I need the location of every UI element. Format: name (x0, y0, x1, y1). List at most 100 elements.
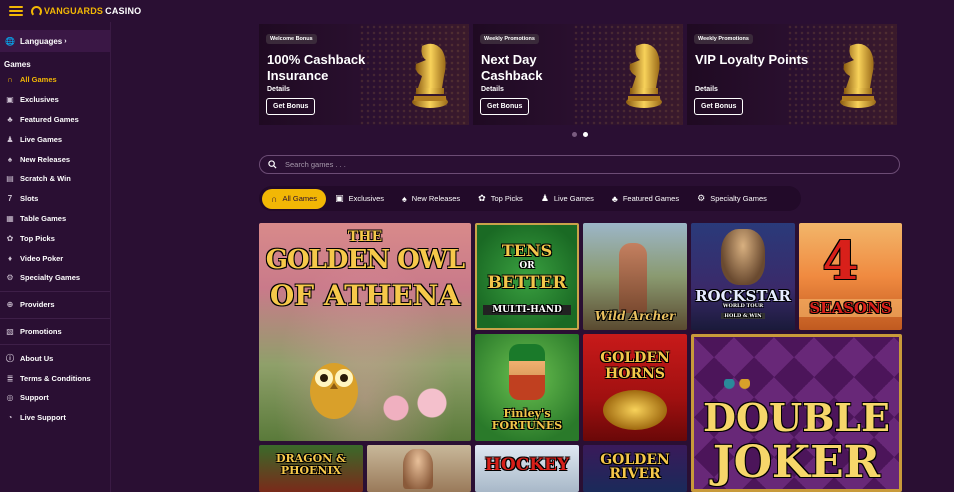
sidebar-item-label: About Us (20, 353, 54, 363)
sidebar-item-label: Slots (20, 194, 39, 204)
get-bonus-button[interactable]: Get Bonus (694, 98, 744, 115)
sidebar-item-new-releases[interactable]: ♠ New Releases (0, 149, 110, 169)
promo-card[interactable]: Welcome Bonus 100% Cashback Insurance De… (259, 24, 469, 125)
sidebar-item-all-games[interactable]: ∩ All Games (0, 70, 110, 90)
ribbon-icon: ✿ (6, 233, 14, 243)
game-title: Wild Archer (594, 309, 676, 323)
game-tile-rockstar[interactable]: ROCKSTAR WORLD TOUR HOLD & WIN (691, 223, 795, 330)
cards-icon: ♠ (7, 154, 13, 164)
carousel-dot-active[interactable] (583, 132, 588, 137)
game-title: DRAGON & PHOENIX (275, 452, 346, 477)
game-number: 4 (822, 231, 859, 292)
game-title-line: TENS (501, 241, 553, 260)
sidebar-item-support[interactable]: ◎ Support (0, 388, 110, 408)
tab-featured-games[interactable]: ♣ Featured Games (603, 189, 688, 209)
tab-live-games[interactable]: ♟ Live Games (532, 189, 603, 209)
clover-icon: ♣ (611, 193, 618, 204)
archer-figure (619, 243, 647, 313)
game-title: GOLDEN RIVER (600, 452, 670, 482)
tab-exclusives[interactable]: ▣ Exclusives (326, 189, 393, 209)
tab-specialty-games[interactable]: ⚙ Specialty Games (688, 189, 776, 209)
sidebar-item-label: New Releases (20, 154, 71, 164)
sidebar-item-table-games[interactable]: ▦ Table Games (0, 209, 110, 229)
sidebar-item-terms[interactable]: ≣ Terms & Conditions (0, 368, 110, 388)
game-badge: HOLD & WIN (721, 313, 765, 319)
sidebar-item-live-support[interactable]: ◔ Live Support (0, 408, 110, 428)
game-tile-golden-river[interactable]: GOLDEN RIVER (583, 445, 687, 492)
document-icon: ≣ (6, 373, 14, 383)
tab-top-picks[interactable]: ✿ Top Picks (469, 189, 532, 209)
chess-knight-icon (840, 43, 876, 108)
tab-label: New Releases (411, 194, 461, 203)
dealer-icon: ♟ (6, 134, 14, 144)
menu-icon[interactable] (9, 6, 23, 16)
game-tile-tens-or-better[interactable]: TENS OR BETTER MULTI-HAND (475, 223, 579, 330)
flowers-decoration (369, 383, 459, 433)
sidebar-item-label: Promotions (20, 326, 62, 336)
search-bar (259, 155, 900, 174)
promo-details-link[interactable]: Details (267, 86, 290, 93)
tab-label: Exclusives (348, 194, 385, 203)
divider (0, 344, 110, 346)
sidebar-item-exclusives[interactable]: ▣ Exclusives (0, 90, 110, 110)
scratch-icon: ▤ (6, 174, 14, 184)
carousel-dot[interactable] (572, 132, 577, 137)
game-tile-finleys-fortunes[interactable]: Finley's FORTUNES (475, 334, 579, 441)
tab-new-releases[interactable]: ♠ New Releases (393, 189, 469, 209)
game-title-line: OR (519, 261, 535, 271)
game-title-line: DOUBLE (703, 395, 890, 440)
sidebar-item-label: Table Games (20, 213, 67, 223)
tab-label: Live Games (553, 194, 594, 203)
table-icon: ▦ (6, 213, 14, 223)
get-bonus-button[interactable]: Get Bonus (480, 98, 530, 115)
game-title-line: BETTER (487, 273, 567, 293)
divider (0, 290, 110, 292)
sidebar-item-top-picks[interactable]: ✿ Top Picks (0, 228, 110, 248)
sidebar-item-promotions[interactable]: ▧ Promotions (0, 322, 110, 342)
game-title-line: OF ATHENA (269, 279, 461, 312)
exclusive-icon: ▣ (6, 95, 14, 105)
game-subtitle: WORLD TOUR (722, 303, 764, 309)
sidebar-item-specialty-games[interactable]: ⚙ Specialty Games (0, 268, 110, 288)
leprechaun-figure (509, 344, 545, 400)
sidebar-item-label: Terms & Conditions (20, 373, 91, 383)
sidebar-item-slots[interactable]: 7 Slots (0, 189, 110, 209)
sidebar-item-video-poker[interactable]: ♦ Video Poker (0, 248, 110, 268)
ribbon-icon: ✿ (478, 193, 486, 203)
chess-knight-icon (412, 43, 448, 108)
promo-card[interactable]: Weekly Promotions VIP Loyalty Points Det… (687, 24, 897, 125)
game-tile-hockey[interactable]: HOCKEY (475, 445, 579, 492)
tab-all-games[interactable]: ∩ All Games (262, 188, 327, 209)
poker-icon: ♦ (7, 253, 13, 263)
providers-icon: ⊕ (6, 300, 14, 310)
promo-details-link[interactable]: Details (695, 86, 718, 93)
languages-selector[interactable]: 🌐 Languages › (0, 30, 110, 52)
sidebar-item-live-games[interactable]: ♟ Live Games (0, 129, 110, 149)
search-input[interactable] (285, 160, 865, 169)
sidebar-item-label: Video Poker (20, 253, 64, 263)
game-tile-double-joker[interactable]: DOUBLE JOKER (691, 334, 902, 492)
game-tile-golden-owl-of-athena[interactable]: THE GOLDEN OWL OF ATHENA (259, 223, 471, 441)
game-tile-golden-horns[interactable]: GOLDEN HORNS (583, 334, 687, 441)
promo-card[interactable]: Weekly Promotions Next Day Cashback Deta… (473, 24, 683, 125)
game-tile-wild-archer[interactable]: Wild Archer (583, 223, 687, 330)
logo[interactable]: VANGUARDS CASINO (31, 5, 141, 17)
promo-details-link[interactable]: Details (481, 86, 504, 93)
sidebar-item-label: Live Support (20, 413, 66, 423)
promo-title: 100% Cashback Insurance (267, 52, 366, 83)
game-tile-cowgirl[interactable] (367, 445, 471, 492)
exclusive-icon: ▣ (335, 193, 344, 203)
promo-title: VIP Loyalty Points (695, 52, 809, 67)
sidebar-item-about-us[interactable]: ⓘ About Us (0, 348, 110, 368)
sidebar-item-featured-games[interactable]: ♣ Featured Games (0, 110, 110, 130)
sidebar-item-label: Providers (20, 300, 55, 310)
game-tile-dragon-phoenix[interactable]: DRAGON & PHOENIX (259, 445, 363, 492)
gift-icon: ▧ (6, 326, 14, 336)
game-tile-4-seasons[interactable]: 4 SEASONS (799, 223, 902, 330)
game-title-line: THE (347, 229, 383, 245)
get-bonus-button[interactable]: Get Bonus (266, 98, 316, 115)
seven-icon: 7 (7, 194, 13, 204)
tab-label: All Games (282, 194, 318, 203)
sidebar-item-scratch-win[interactable]: ▤ Scratch & Win (0, 169, 110, 189)
sidebar-item-providers[interactable]: ⊕ Providers (0, 295, 110, 315)
